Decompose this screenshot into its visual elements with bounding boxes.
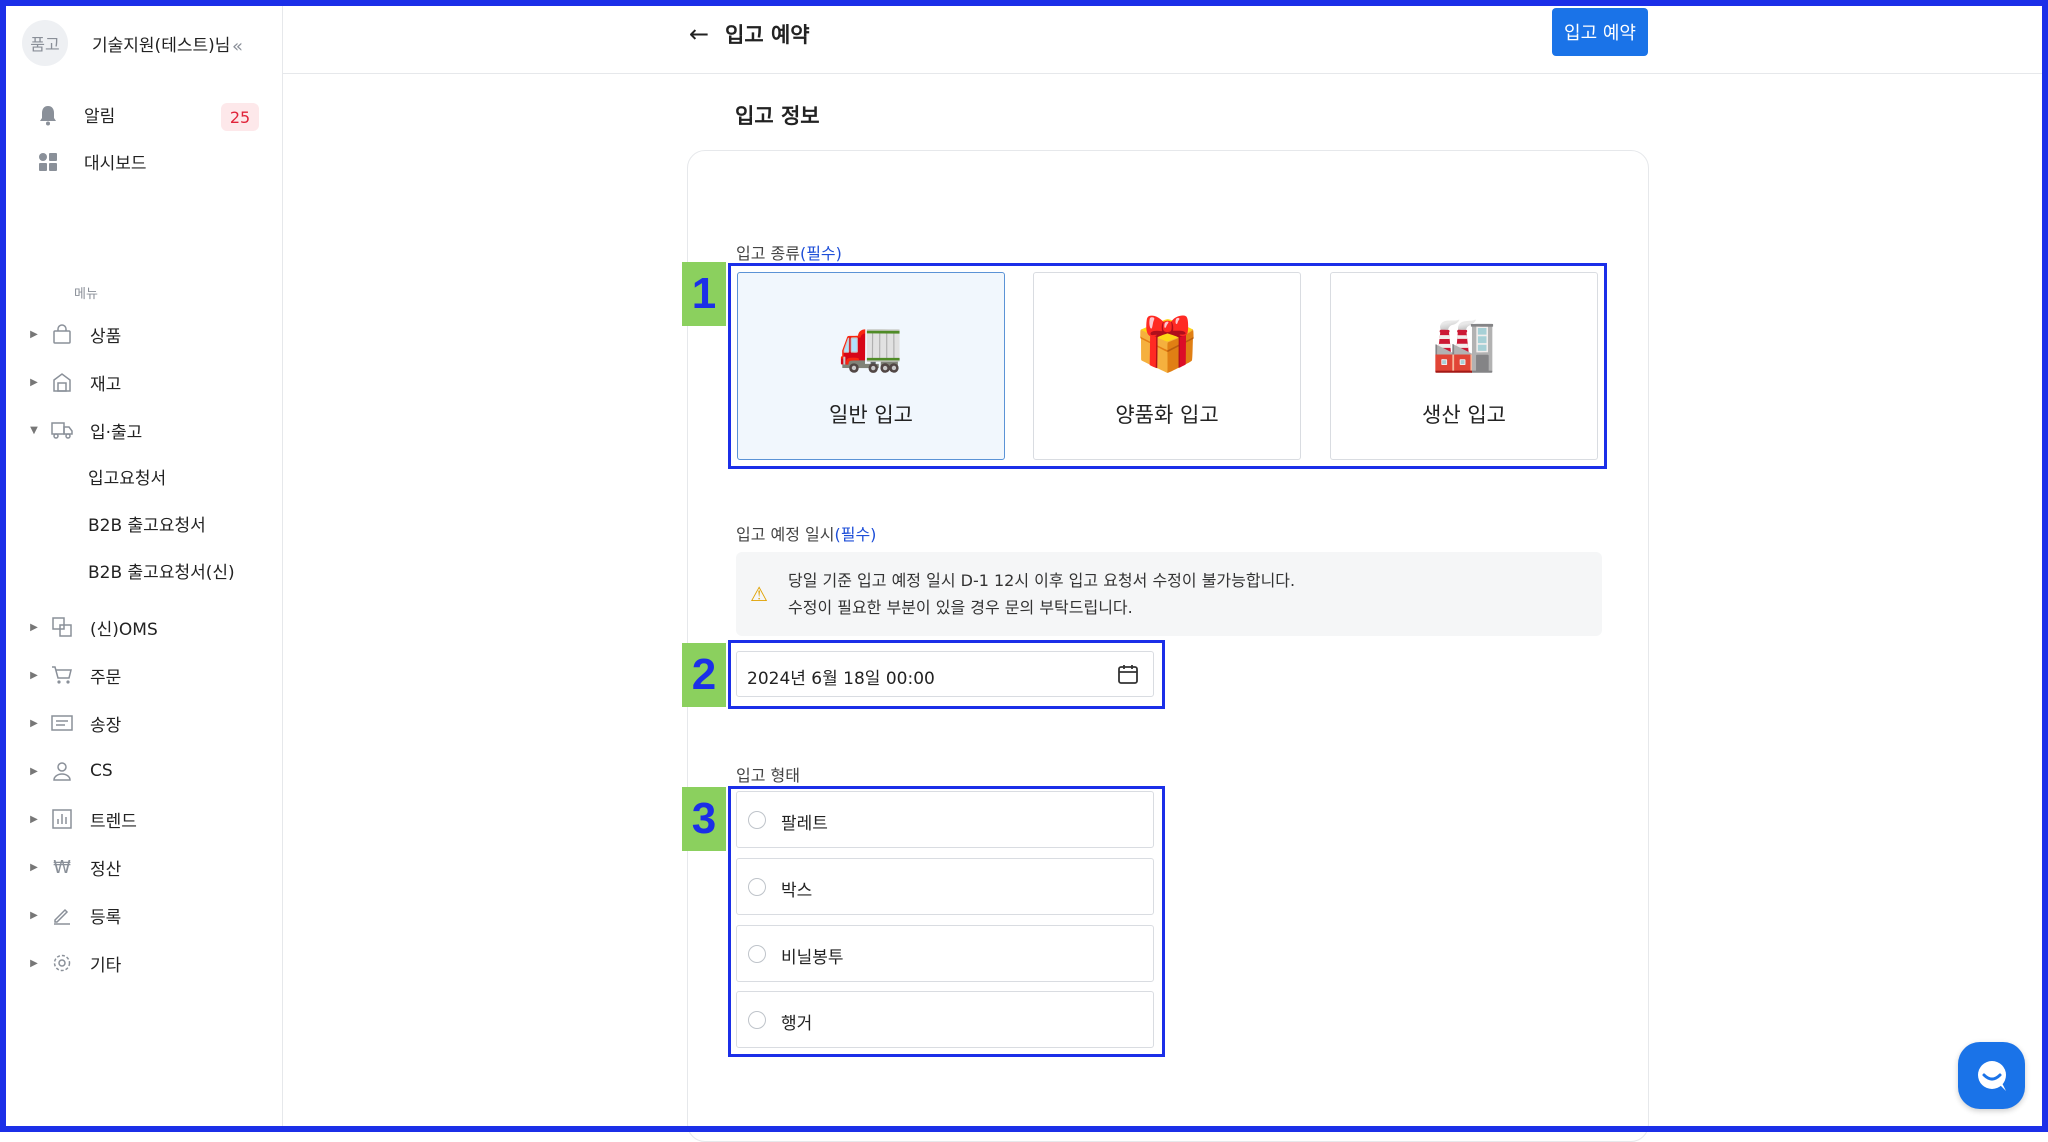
caret-right-icon: ▶ (30, 621, 38, 633)
form-type-label: 입고 형태 (736, 766, 800, 785)
sidebar-item-label: CS (90, 761, 113, 781)
page-title: 입고 예약 (725, 23, 810, 47)
schedule-notice: ⚠ 당일 기준 입고 예정 일시 D-1 12시 이후 입고 요청서 수정이 불… (736, 552, 1602, 636)
caret-right-icon: ▶ (30, 669, 38, 681)
sidebar-subitem-inbound-request[interactable]: 입고요청서 (88, 464, 166, 489)
sidebar-item-etc[interactable]: ▶ 기타 (28, 949, 121, 977)
sidebar-item-trends[interactable]: ▶ 트렌드 (28, 805, 137, 833)
menu-section-label: 메뉴 (74, 287, 98, 302)
bag-icon (50, 322, 74, 346)
annotation-tag-3: 3 (682, 787, 726, 851)
won-icon: ₩ (53, 856, 71, 878)
sidebar-item-invoice[interactable]: ▶ 송장 (28, 709, 121, 737)
caret-right-icon: ▶ (30, 813, 38, 825)
chat-bubble-icon (1977, 1060, 2006, 1091)
person-icon (50, 759, 74, 783)
profile[interactable]: 품고 기술지원(테스트)님 (22, 20, 230, 66)
notice-line: 수정이 필요한 부분이 있을 경우 문의 부탁드립니다. (788, 598, 1133, 617)
sidebar-item-products[interactable]: ▶ 상품 (28, 320, 121, 348)
sidebar-item-notifications[interactable]: 알림 (36, 102, 115, 127)
sidebar-item-label: (신)OMS (90, 619, 158, 640)
section-title: 입고 정보 (735, 104, 820, 128)
sidebar-item-label: 송장 (90, 715, 122, 736)
sidebar-item-label: 트렌드 (90, 811, 137, 832)
annotation-box-3 (728, 786, 1165, 1057)
caret-right-icon: ▶ (30, 717, 38, 729)
cart-icon (50, 663, 74, 687)
sidebar-item-cs[interactable]: ▶ CS (28, 757, 113, 785)
notification-count-badge: 25 (221, 103, 259, 131)
sidebar-item-dashboard[interactable]: 대시보드 (36, 149, 147, 174)
warehouse-icon (50, 370, 74, 394)
sidebar-item-label: 정산 (90, 859, 122, 880)
caret-right-icon: ▶ (30, 765, 38, 777)
sidebar-item-register[interactable]: ▶ 등록 (28, 901, 121, 929)
sidebar-item-in-out[interactable]: ▼ 입·출고 (28, 416, 142, 444)
sidebar-item-label: 상품 (90, 326, 122, 347)
annotation-box-1 (728, 263, 1607, 469)
avatar[interactable]: 품고 (22, 20, 68, 66)
bell-icon (36, 103, 60, 127)
inbound-type-label: 입고 종류(필수) (736, 240, 842, 264)
chat-button[interactable] (1958, 1042, 2025, 1109)
sidebar-subitem-b2b-outbound[interactable]: B2B 출고요청서 (88, 511, 206, 536)
field-label-text: 입고 종류 (736, 244, 800, 263)
pencil-icon (50, 903, 74, 927)
schedule-label: 입고 예정 일시(필수) (736, 521, 876, 545)
truck-icon (50, 418, 74, 442)
sidebar-item-settlement[interactable]: ▶ ₩ 정산 (28, 853, 121, 881)
caret-right-icon: ▶ (30, 957, 38, 969)
sidebar-item-oms[interactable]: ▶ (신)OMS (28, 613, 158, 641)
sidebar-item-label: 재고 (90, 374, 122, 395)
page-header: ← 입고 예약 입고 예약 (283, 6, 2042, 74)
caret-right-icon: ▶ (30, 328, 38, 340)
required-mark: (필수) (799, 244, 842, 263)
caret-right-icon: ▶ (30, 376, 38, 388)
invoice-icon (50, 711, 74, 735)
notice-line: 당일 기준 입고 예정 일시 D-1 12시 이후 입고 요청서 수정이 불가능… (788, 571, 1296, 590)
back-arrow-icon[interactable]: ← (689, 20, 709, 48)
annotation-tag-1: 1 (682, 262, 726, 326)
chart-icon (50, 807, 74, 831)
annotation-tag-2: 2 (682, 643, 726, 707)
user-name: 기술지원(테스트)님 (92, 35, 231, 56)
warning-icon: ⚠ (750, 582, 768, 606)
caret-down-icon: ▼ (30, 424, 38, 436)
sidebar-item-label: 입·출고 (90, 422, 143, 443)
sidebar: 품고 기술지원(테스트)님 « 알림 25 대시보드 메뉴 ▶ 상품 ▶ 재고 … (6, 6, 283, 1126)
gear-icon (50, 951, 74, 975)
sidebar-item-label: 알림 (84, 107, 116, 127)
sidebar-item-inventory[interactable]: ▶ 재고 (28, 368, 121, 396)
annotation-box-2 (728, 640, 1165, 709)
sidebar-subitem-b2b-outbound-new[interactable]: B2B 출고요청서(신) (88, 558, 235, 583)
caret-right-icon: ▶ (30, 909, 38, 921)
double-chevron-left-icon[interactable]: « (232, 36, 243, 57)
sidebar-item-label: 등록 (90, 907, 122, 928)
dashboard-icon (36, 150, 60, 174)
sidebar-item-label: 대시보드 (84, 154, 147, 174)
sidebar-item-orders[interactable]: ▶ 주문 (28, 661, 121, 689)
field-label-text: 입고 예정 일시 (736, 525, 835, 544)
oms-icon (50, 615, 74, 639)
caret-right-icon: ▶ (30, 861, 38, 873)
required-mark: (필수) (834, 525, 877, 544)
sidebar-item-label: 기타 (90, 955, 122, 976)
reserve-inbound-button[interactable]: 입고 예약 (1552, 8, 1648, 56)
sidebar-item-label: 주문 (90, 667, 122, 688)
